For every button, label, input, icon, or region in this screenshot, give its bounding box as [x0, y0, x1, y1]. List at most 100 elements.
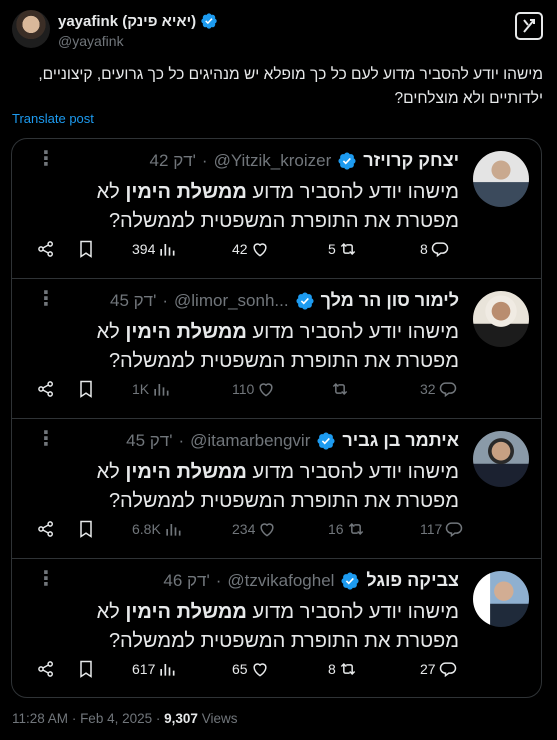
quote-display-name[interactable]: לימור סון הר מלך: [321, 290, 459, 311]
like-button[interactable]: 42: [232, 239, 270, 259]
quote-time[interactable]: 46 דק': [163, 571, 209, 591]
meta-separator: ·: [178, 430, 185, 450]
author-handle[interactable]: @yayafink: [58, 33, 218, 49]
quote-time[interactable]: 45 דק': [110, 291, 156, 311]
quote-name-line: לימור סון הר מלך @limor_sonh... · 45 דק': [110, 290, 459, 311]
quote-name-line: יצחק קרויזר @Yitzik_kroizer · 42 דק': [150, 150, 459, 171]
like-icon: [259, 383, 273, 397]
bookmark-icon: [80, 660, 92, 678]
quote-text: מישהו יודע להסביר מדוע ממשלת הימין לא מפ…: [59, 178, 459, 236]
reply-icon: [439, 662, 456, 678]
likes-count: 110: [232, 381, 255, 397]
quote-text-start: מישהו יודע להסביר מדוע: [252, 461, 459, 483]
repost-button[interactable]: 16: [328, 519, 366, 539]
tweet-time[interactable]: 11:28 AM: [12, 711, 68, 726]
quote-text-bold: ממשלת הימין: [125, 321, 247, 343]
repost-button[interactable]: 8: [328, 659, 358, 679]
more-icon[interactable]: ⋮: [36, 289, 56, 309]
author-name-line[interactable]: yayafink (יאיא פינק): [58, 12, 218, 30]
reply-button[interactable]: 117: [420, 519, 464, 539]
views-count: 394: [132, 241, 156, 257]
quote-handle[interactable]: @tzvikafoghel: [227, 571, 334, 591]
more-icon[interactable]: ⋮: [36, 429, 56, 449]
like-button[interactable]: 110: [232, 379, 276, 399]
bookmark-button[interactable]: [76, 239, 96, 259]
share-icon: [38, 661, 54, 677]
share-button[interactable]: [36, 379, 56, 399]
reposts-count: 5: [328, 241, 336, 257]
views-count: 617: [132, 661, 156, 677]
quote-text: מישהו יודע להסביר מדוע ממשלת הימין לא מפ…: [59, 458, 459, 516]
reply-button[interactable]: 8: [420, 239, 450, 259]
quote-name-line: איתמר בן גביר @itamarbengvir · 45 דק': [126, 430, 459, 451]
share-button[interactable]: [36, 239, 56, 259]
author-avatar[interactable]: [12, 10, 50, 48]
repost-icon: [340, 662, 355, 676]
meta-separator: ·: [155, 711, 165, 726]
more-icon[interactable]: ⋮: [36, 569, 56, 589]
bookmark-button[interactable]: [76, 519, 96, 539]
quote-handle[interactable]: @Yitzik_kroizer: [214, 151, 332, 171]
quote-avatar[interactable]: [473, 431, 529, 487]
share-icon: [38, 521, 54, 537]
share-button[interactable]: [36, 519, 56, 539]
verified-icon: [296, 291, 314, 310]
quote-avatar[interactable]: [473, 571, 529, 627]
quote-text-start: מישהו יודע להסביר מדוע: [252, 321, 459, 343]
views-stat[interactable]: 617: [132, 659, 177, 679]
quote-handle[interactable]: @limor_sonh...: [174, 291, 289, 311]
bookmark-icon: [80, 520, 92, 538]
quote-display-name[interactable]: יצחק קרויזר: [363, 150, 459, 171]
reply-icon: [446, 522, 463, 538]
views-stat[interactable]: 1K: [132, 379, 171, 399]
quote-row[interactable]: ⋮ לימור סון הר מלך @limor_sonh... · 45 ד…: [12, 279, 541, 419]
repost-button[interactable]: [328, 379, 350, 399]
share-button[interactable]: [36, 659, 56, 679]
quote-time[interactable]: 45 דק': [126, 431, 172, 451]
repost-icon: [340, 242, 355, 256]
author-display-name[interactable]: yayafink (יאיא פינק): [58, 13, 196, 30]
quote-text: מישהו יודע להסביר מדוע ממשלת הימין לא מפ…: [59, 598, 459, 656]
quote-text-start: מישהו יודע להסביר מדוע: [252, 601, 459, 623]
grok-button[interactable]: [515, 12, 543, 40]
quote-handle[interactable]: @itamarbengvir: [190, 431, 310, 451]
quote-actions: 1K 110 32: [36, 379, 456, 403]
quote-display-name[interactable]: צביקה פוגל: [366, 570, 459, 591]
bookmark-button[interactable]: [76, 379, 96, 399]
views-stat[interactable]: 394: [132, 239, 177, 259]
quote-text: מישהו יודע להסביר מדוע ממשלת הימין לא מפ…: [59, 318, 459, 376]
quote-time[interactable]: 42 דק': [150, 151, 196, 171]
quote-avatar[interactable]: [473, 291, 529, 347]
verified-icon: [341, 571, 359, 590]
reply-button[interactable]: 27: [420, 659, 458, 679]
translate-post-link[interactable]: Translate post: [12, 111, 94, 126]
bookmark-icon: [80, 380, 92, 398]
views-icon: [160, 664, 175, 676]
like-button[interactable]: 234: [232, 519, 277, 539]
grok-icon: [523, 19, 535, 33]
bookmark-button[interactable]: [76, 659, 96, 679]
quote-row[interactable]: ⋮ צביקה פוגל @tzvikafoghel · 46 דק' מישה…: [12, 559, 541, 697]
quote-row[interactable]: ⋮ יצחק קרויזר @Yitzik_kroizer · 42 דק' מ…: [12, 139, 541, 279]
replies-count: 117: [420, 521, 443, 537]
repost-button[interactable]: 5: [328, 239, 358, 259]
quote-text-bold: ממשלת הימין: [125, 181, 247, 203]
like-icon: [252, 243, 267, 257]
like-button[interactable]: 65: [232, 659, 270, 679]
views-stat[interactable]: 6.8K: [132, 519, 183, 539]
meta-separator: ·: [215, 570, 222, 590]
quote-actions: 617 65 8 27: [36, 659, 456, 683]
quote-actions: 6.8K 234 16 117: [36, 519, 463, 543]
quote-display-name[interactable]: איתמר בן גביר: [342, 430, 459, 451]
replies-count: 32: [420, 381, 436, 397]
quote-row[interactable]: ⋮ איתמר בן גביר @itamarbengvir · 45 דק' …: [12, 419, 541, 559]
quote-avatar[interactable]: [473, 151, 529, 207]
tweet-date[interactable]: Feb 4, 2025: [80, 711, 152, 726]
views-count: 9,307: [164, 711, 198, 726]
verified-icon: [338, 151, 356, 170]
quote-text-start: מישהו יודע להסביר מדוע: [252, 181, 459, 203]
bookmark-icon: [80, 240, 92, 258]
repost-icon: [332, 382, 348, 396]
reply-button[interactable]: 32: [420, 379, 458, 399]
more-icon[interactable]: ⋮: [36, 149, 56, 169]
